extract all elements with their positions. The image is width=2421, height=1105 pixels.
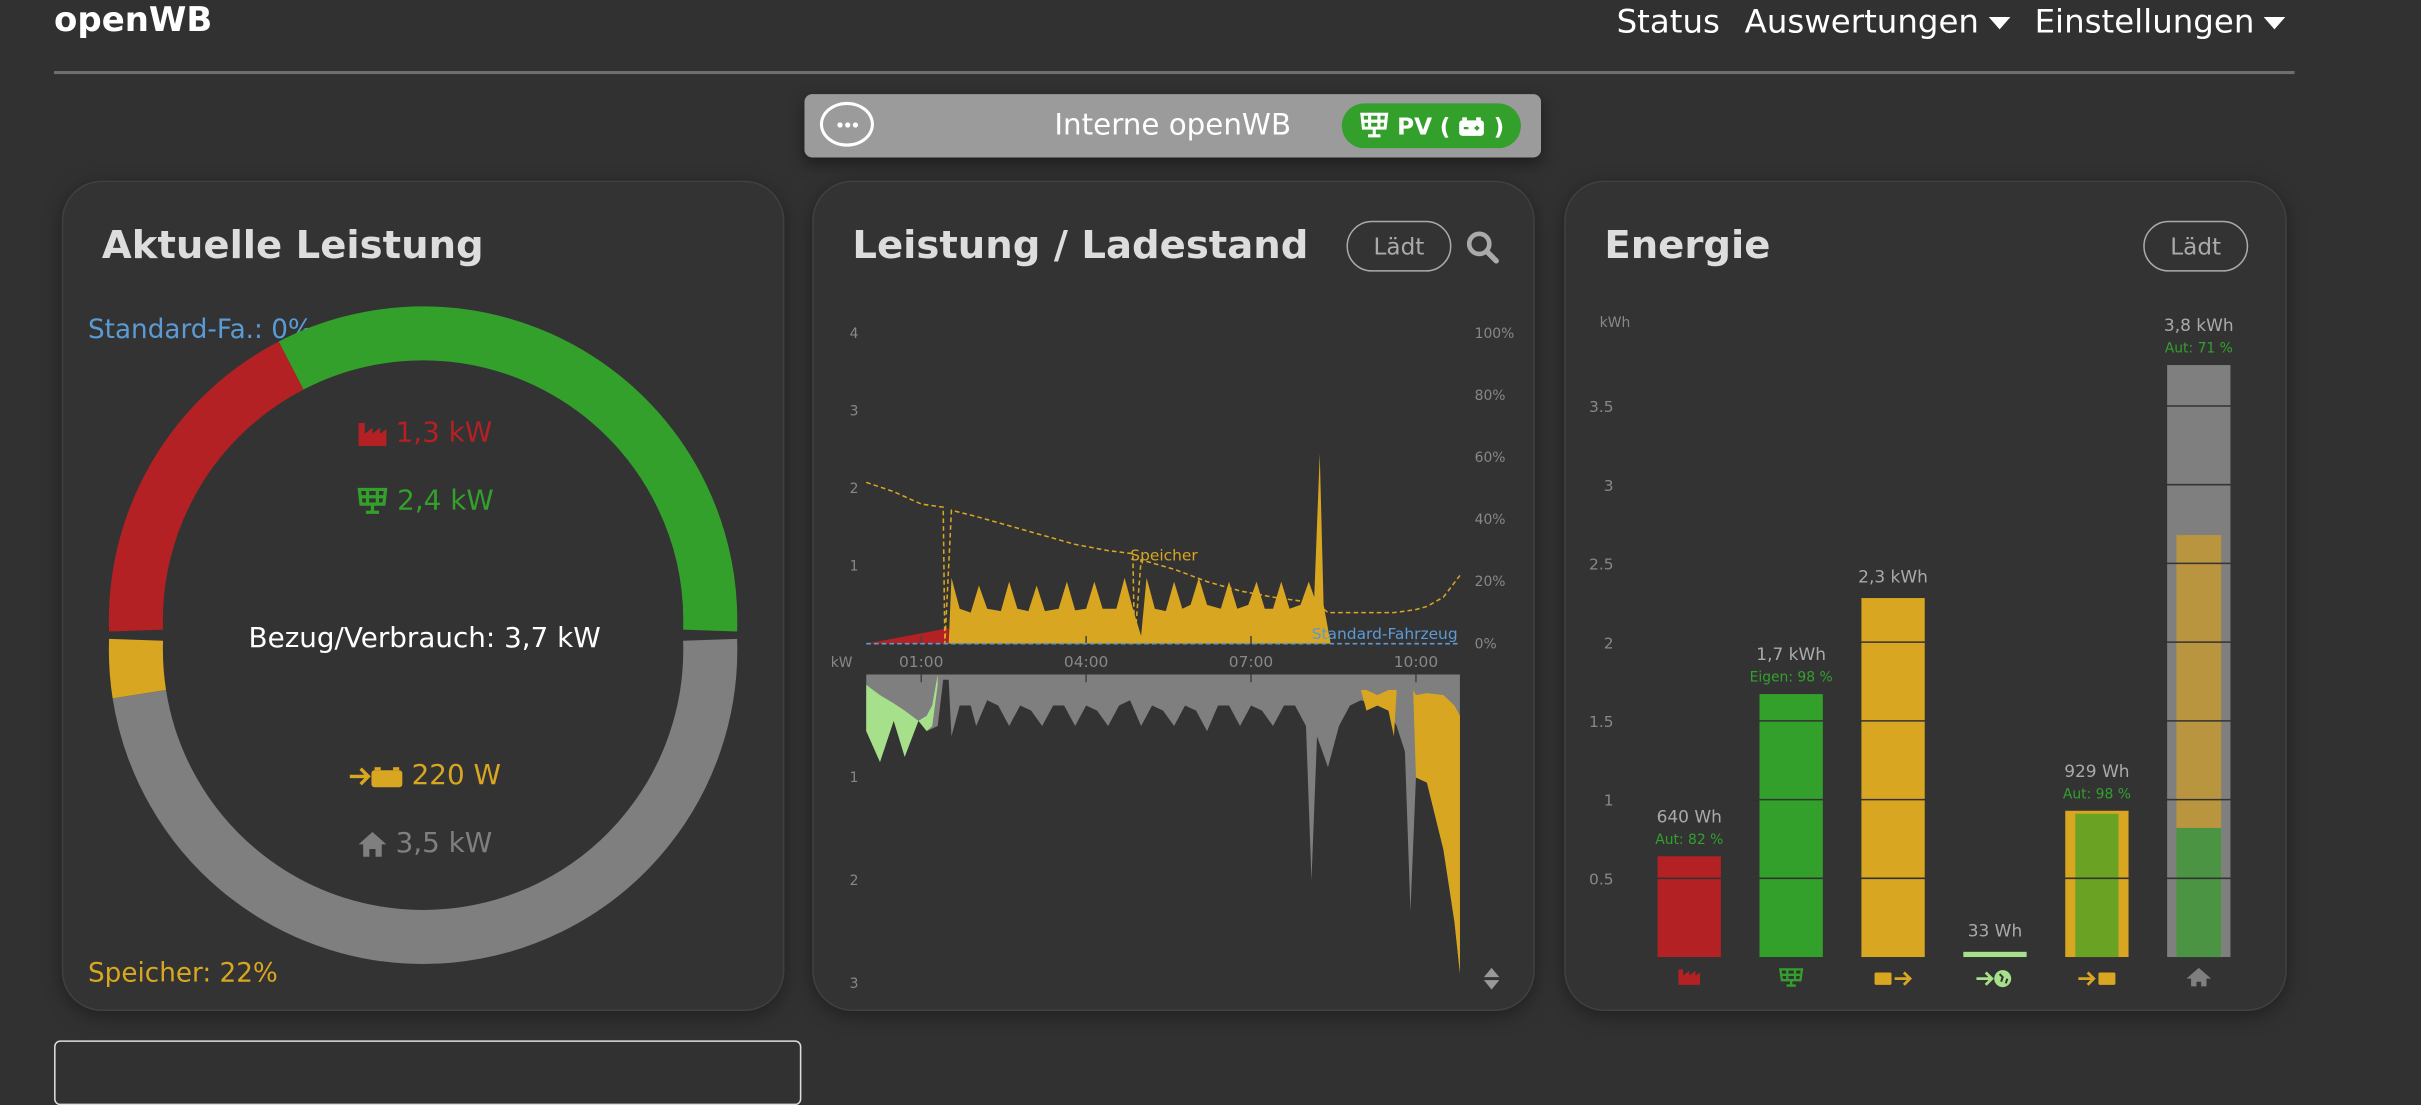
caret-down-icon bbox=[2263, 16, 2286, 30]
current-power-card: Aktuelle Leistung Standard-Fa.: 0% Speic… bbox=[61, 180, 785, 1012]
openwb-dashboard: openWB Status Auswertungen Einstellungen… bbox=[0, 0, 2421, 1105]
battery-power: 220 W bbox=[348, 759, 501, 792]
solar-panel-icon bbox=[1359, 112, 1389, 138]
card-title: Aktuelle Leistung bbox=[101, 222, 484, 268]
vehicle-soc-label: Standard-Fa.: 0% bbox=[88, 314, 313, 346]
pv-power: 2,4 kW bbox=[355, 484, 494, 518]
nav-auswertungen[interactable]: Auswertungen bbox=[1745, 0, 2010, 43]
load-button[interactable]: Lädt bbox=[1346, 220, 1452, 272]
battery-charge-icon bbox=[349, 766, 403, 787]
pv-power-value: 2,4 kW bbox=[397, 484, 494, 518]
paren-close: ) bbox=[1493, 111, 1505, 140]
brand-logo[interactable]: openWB bbox=[54, 0, 212, 43]
house-power: 3,5 kW bbox=[357, 827, 493, 860]
partial-panel bbox=[54, 1040, 802, 1105]
solar-panel-icon bbox=[357, 487, 388, 514]
nav-einstellungen[interactable]: Einstellungen bbox=[2035, 0, 2286, 43]
nav-status[interactable]: Status bbox=[1617, 0, 1720, 43]
card-title: Leistung / Ladestand bbox=[852, 222, 1309, 268]
charge-mode-label: PV bbox=[1397, 111, 1433, 140]
nav-auswertungen-label: Auswertungen bbox=[1744, 3, 1979, 41]
battery-icon bbox=[1459, 116, 1485, 136]
caret-down-icon bbox=[1988, 16, 2010, 30]
battery-soc-label: Speicher: 22% bbox=[88, 958, 278, 990]
main-nav: Status Auswertungen Einstellungen bbox=[1617, 0, 2286, 43]
battery-power-value: 220 W bbox=[411, 759, 501, 792]
factory-icon bbox=[358, 422, 387, 446]
house-power-value: 3,5 kW bbox=[395, 827, 493, 860]
load-button[interactable]: Lädt bbox=[2143, 220, 2249, 272]
grid-power-value: 1,3 kW bbox=[395, 416, 493, 450]
total-consumption: Bezug/Verbrauch: 3,7 kW bbox=[248, 622, 601, 655]
chargepoint-bar: Interne openWB PV ( ) bbox=[804, 94, 1542, 158]
search-icon[interactable] bbox=[1465, 230, 1499, 264]
house-icon bbox=[358, 831, 387, 856]
grid-power: 1,3 kW bbox=[357, 417, 492, 449]
power-history-card: Leistung / Ladestand Lädt bbox=[812, 180, 1535, 1012]
paren-open: ( bbox=[1439, 111, 1451, 140]
charge-mode-badge[interactable]: PV ( ) bbox=[1341, 103, 1521, 149]
card-title: Energie bbox=[1604, 222, 1771, 268]
header-divider bbox=[54, 71, 2295, 75]
sort-toggle-icon[interactable] bbox=[1482, 966, 1501, 991]
energy-card: Energie Lädt bbox=[1564, 180, 2287, 1012]
nav-einstellungen-label: Einstellungen bbox=[2034, 3, 2255, 41]
